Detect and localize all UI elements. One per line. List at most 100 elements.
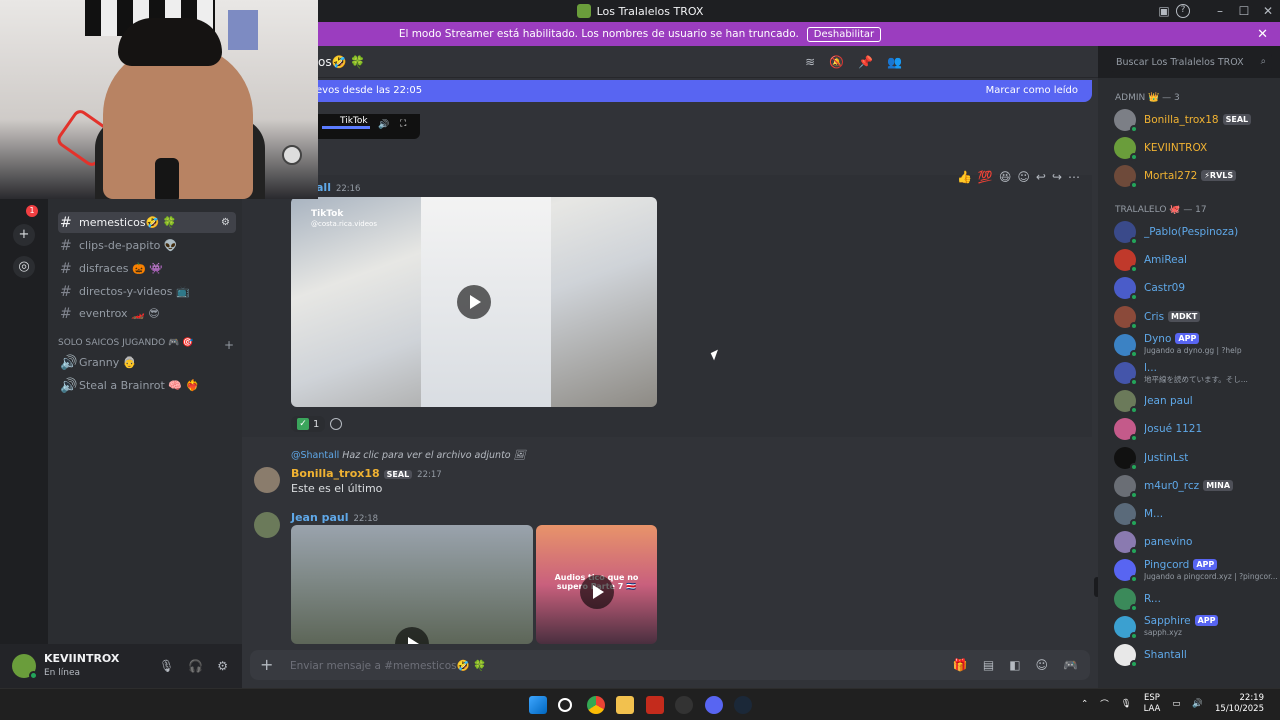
- reply-mention[interactable]: @Shantall: [291, 450, 339, 461]
- network-icon[interactable]: ▭: [1172, 699, 1180, 709]
- video-attachment[interactable]: [291, 525, 533, 644]
- avatar[interactable]: [254, 467, 280, 493]
- more-icon[interactable]: ⋯: [1068, 170, 1080, 184]
- minimize-button[interactable]: –: [1208, 4, 1232, 18]
- add-reaction-icon[interactable]: [330, 418, 343, 430]
- message-author[interactable]: Bonilla_trox18 SEAL 22:17: [291, 467, 442, 480]
- mic-icon[interactable]: 🎙: [1121, 699, 1132, 709]
- mic-icon[interactable]: 🎙: [159, 659, 174, 673]
- inbox-icon[interactable]: ▣: [1152, 4, 1176, 18]
- disable-streamer-button[interactable]: Deshabilitar: [806, 26, 882, 42]
- member-row[interactable]: Bonilla_trox18 SEAL: [1114, 108, 1278, 133]
- message-input[interactable]: + Enviar mensaje a #memesticos🤣 🍀 🎁 ▤ ◧ …: [250, 650, 1090, 680]
- channel-memesticos[interactable]: # memesticos🤣 🍀 ⚙: [58, 212, 236, 233]
- avatar[interactable]: [12, 654, 38, 680]
- member-row[interactable]: Cris MDKT: [1114, 305, 1278, 330]
- search-icon[interactable]: [558, 698, 572, 712]
- voice-channel-granny[interactable]: 🔊 Granny 👵: [58, 352, 236, 373]
- member-row[interactable]: _Pablo(Pespinoza): [1114, 220, 1278, 245]
- add-server-icon[interactable]: +: [13, 224, 35, 246]
- add-reaction-icon[interactable]: ☺: [1017, 170, 1030, 184]
- forward-icon[interactable]: ↪: [1052, 170, 1062, 184]
- member-row[interactable]: Sapphire APP sapph.xyz: [1114, 615, 1278, 640]
- mute-icon[interactable]: 🔕: [829, 55, 844, 69]
- play-icon[interactable]: [457, 285, 491, 319]
- play-icon[interactable]: [395, 627, 429, 644]
- gif-icon[interactable]: ▤: [983, 658, 994, 672]
- member-row[interactable]: KEVIINTROX: [1114, 136, 1278, 161]
- member-row[interactable]: Mortal272 ⚡RVLS: [1114, 164, 1278, 189]
- member-row[interactable]: M...: [1114, 502, 1278, 527]
- member-row[interactable]: Pingcord APP Jugando a pingcord.xyz | ?pin…: [1114, 558, 1278, 584]
- wifi-icon[interactable]: ⌒: [1100, 698, 1109, 710]
- channel-category[interactable]: SOLO SAICOS JUGANDO 🎮 🎯 +: [58, 338, 234, 352]
- steam-icon[interactable]: [734, 696, 752, 714]
- folder-icon[interactable]: [616, 696, 634, 714]
- message-author[interactable]: all 22:16: [316, 181, 360, 194]
- activities-icon[interactable]: 🎮: [1063, 658, 1078, 672]
- gear-icon[interactable]: ⚙: [217, 659, 228, 673]
- search-input[interactable]: Buscar Los Tralalelos TROX ⌕: [1110, 53, 1272, 72]
- author-name[interactable]: Bonilla_trox18: [291, 467, 380, 480]
- reaction-check[interactable]: ✓ 1: [291, 416, 326, 432]
- app-icon[interactable]: [646, 696, 664, 714]
- message-author[interactable]: Jean paul 22:18: [291, 511, 378, 524]
- sticker-icon[interactable]: ◧: [1009, 658, 1020, 672]
- video-player-controls[interactable]: TikTok 🔊 ⛶: [318, 114, 420, 139]
- windows-start-icon[interactable]: [529, 696, 547, 714]
- video-attachment[interactable]: Audios tico que no supero Parte 7 🇨🇷: [536, 525, 657, 644]
- member-row[interactable]: l... 地平線を読めています。そし...: [1114, 361, 1278, 386]
- reply-icon[interactable]: ↩: [1036, 170, 1046, 184]
- keyboard-label[interactable]: LAA: [1144, 704, 1161, 714]
- author-name[interactable]: all: [316, 181, 331, 194]
- help-icon[interactable]: ?: [1176, 4, 1190, 18]
- maximize-button[interactable]: ☐: [1232, 4, 1256, 18]
- channel-settings-icon[interactable]: ⚙: [221, 217, 230, 228]
- pin-icon[interactable]: 📌: [858, 55, 873, 69]
- new-messages-bar[interactable]: evos desde las 22:05 Marcar como leído: [242, 80, 1092, 102]
- members-icon[interactable]: 👥: [887, 55, 902, 69]
- emoji-icon[interactable]: ☺: [1036, 658, 1049, 672]
- avatar[interactable]: [254, 512, 280, 538]
- language-label[interactable]: ESP: [1144, 693, 1160, 703]
- member-row[interactable]: R...: [1114, 587, 1278, 612]
- member-row[interactable]: Shantall: [1114, 643, 1278, 668]
- clock-time[interactable]: 22:19: [1240, 693, 1265, 703]
- channel-clips-de-papito[interactable]: # clips-de-papito 👽: [58, 235, 236, 256]
- member-row[interactable]: Castr09: [1114, 276, 1278, 302]
- member-row[interactable]: panevino: [1114, 530, 1278, 556]
- volume-icon[interactable]: 🔊: [378, 120, 389, 130]
- discord-icon[interactable]: [705, 696, 723, 714]
- gift-icon[interactable]: 🎁: [953, 658, 968, 672]
- author-name[interactable]: Jean paul: [291, 511, 349, 524]
- member-row[interactable]: m4ur0_rcz MINA: [1114, 474, 1278, 499]
- headphones-icon[interactable]: 🎧: [188, 659, 203, 673]
- thumbs-up-icon[interactable]: 👍: [957, 170, 972, 184]
- chrome-icon[interactable]: [587, 696, 605, 714]
- threads-icon[interactable]: ≋: [805, 55, 815, 69]
- close-banner-icon[interactable]: ✕: [1257, 27, 1268, 42]
- obs-icon[interactable]: [675, 696, 693, 714]
- channel-disfraces[interactable]: # disfraces 🎃 👾: [58, 258, 236, 279]
- member-row[interactable]: AmiReal: [1114, 248, 1278, 274]
- close-window-button[interactable]: ✕: [1256, 4, 1280, 18]
- fullscreen-icon[interactable]: ⛶: [400, 119, 406, 129]
- channel-directos[interactable]: # directos-y-videos 📺: [58, 281, 236, 302]
- volume-icon[interactable]: 🔊: [1192, 699, 1203, 709]
- video-progress[interactable]: [322, 126, 370, 129]
- message-list[interactable]: evos desde las 22:05 Marcar como leído Ti…: [242, 78, 1098, 644]
- chevron-up-icon[interactable]: ⌃: [1081, 699, 1088, 709]
- mark-read-button[interactable]: Marcar como leído: [986, 85, 1078, 96]
- voice-channel-steal[interactable]: 🔊 Steal a Brainrot 🧠 ❤️‍🔥: [58, 375, 236, 396]
- upload-plus-icon[interactable]: +: [260, 655, 273, 674]
- reply-preview[interactable]: @Shantall Haz clic para ver el archivo a…: [291, 450, 526, 461]
- play-icon[interactable]: [579, 574, 614, 609]
- channel-eventrox[interactable]: # eventrox 🏎️ 😎: [58, 303, 236, 324]
- add-channel-icon[interactable]: +: [224, 338, 234, 352]
- member-row[interactable]: Jean paul: [1114, 389, 1278, 415]
- clock-date[interactable]: 15/10/2025: [1215, 704, 1264, 714]
- member-row[interactable]: JustinLst: [1114, 446, 1278, 471]
- member-row[interactable]: Dyno APP Jugando a dyno.gg | ?help: [1114, 333, 1278, 358]
- video-attachment[interactable]: TikTok @costa.rica.videos: [291, 197, 657, 407]
- member-row[interactable]: Josué 1121: [1114, 417, 1278, 443]
